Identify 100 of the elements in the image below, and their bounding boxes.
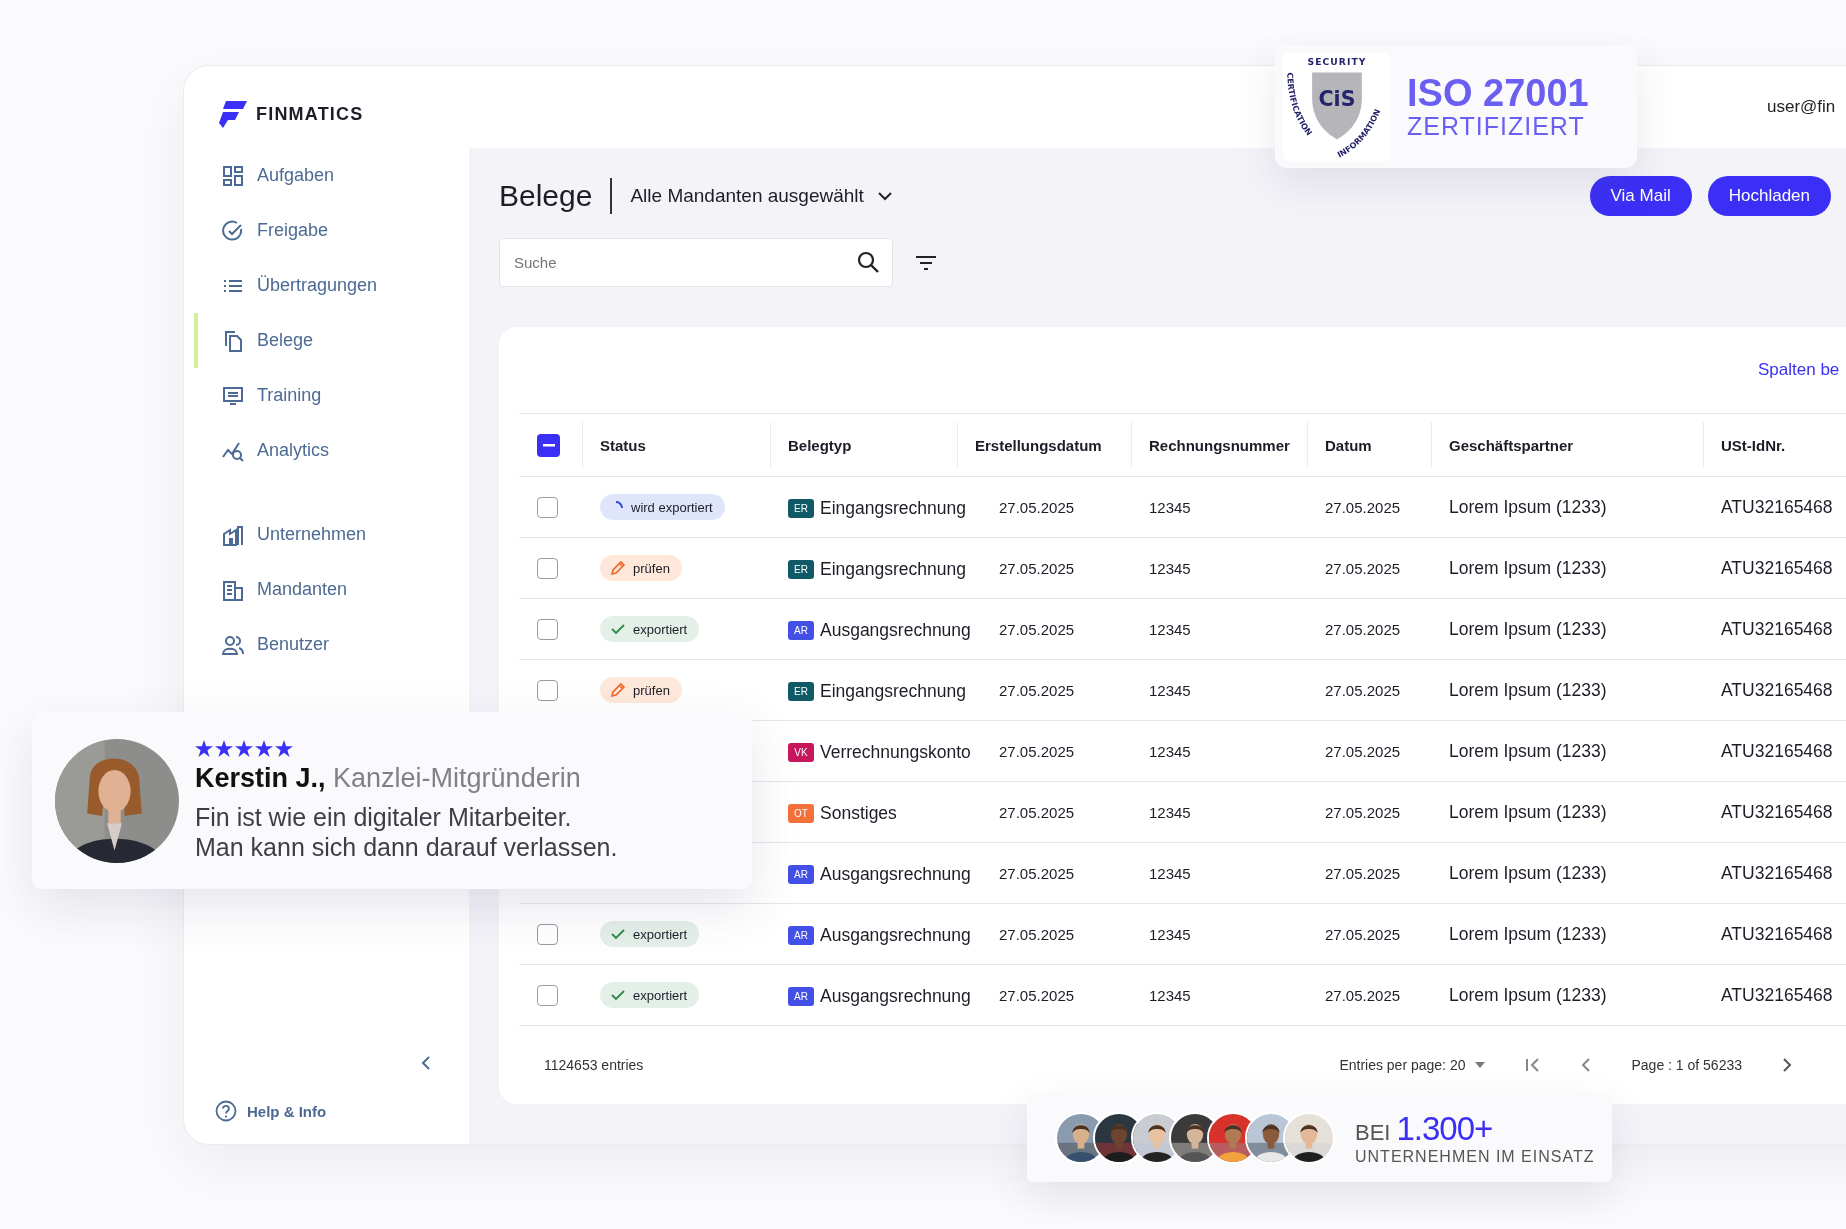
table-cell: Lorem Ipsum (1233) <box>1449 496 1607 517</box>
type-badge: AR <box>788 864 814 884</box>
pencil-icon <box>610 682 626 698</box>
column-header: Rechnungsnummer <box>1149 436 1290 454</box>
table-cell: 27.05.2025 <box>1325 742 1401 760</box>
table-cell: Ausgangsrechnung <box>820 985 971 1007</box>
collapse-icon[interactable] <box>421 1056 431 1070</box>
logo-icon <box>219 100 247 128</box>
nav-icon <box>222 219 244 242</box>
search-icon[interactable] <box>857 251 879 273</box>
status-badge: prüfen <box>600 677 682 703</box>
table-cell: Eingangsrechnung <box>820 558 966 580</box>
sidebar-item[interactable]: Mandanten <box>194 562 469 617</box>
table-cell: Lorem Ipsum (1233) <box>1449 679 1607 700</box>
table-cell: 27.05.2025 <box>1325 681 1401 699</box>
column-header: USt-IdNr. <box>1721 436 1786 454</box>
per-page-dropdown[interactable]: Entries per page: 20 <box>1339 1057 1486 1073</box>
table-cell: 12345 <box>1149 986 1191 1004</box>
sidebar-item[interactable]: Übertragungen <box>194 258 469 313</box>
column-header: Belegtyp <box>788 436 852 454</box>
quote-line: Fin ist wie ein digitaler Mitarbeiter. <box>195 801 573 832</box>
certificate-title: ISO 27001 <box>1407 74 1589 112</box>
table-cell: Eingangsrechnung <box>820 680 966 702</box>
previous-page-icon[interactable] <box>1581 1058 1592 1072</box>
row-checkbox[interactable] <box>537 679 558 701</box>
table-cell: ATU32165468 <box>1721 984 1833 1005</box>
sidebar-item[interactable]: Unternehmen <box>194 507 469 562</box>
column-header: Status <box>600 436 646 454</box>
table-cell: ATU32165468 <box>1721 740 1833 761</box>
table-cell: ATU32165468 <box>1721 801 1833 822</box>
next-page-icon[interactable] <box>1782 1058 1792 1072</box>
customer-count: 1.300+ <box>1396 1109 1493 1148</box>
table-cell: 27.05.2025 <box>1325 803 1401 821</box>
action-button[interactable]: Via Mail <box>1589 176 1692 216</box>
caret-icon <box>1475 1062 1486 1068</box>
brand-name: FINMATICS <box>256 103 364 125</box>
type-badge: ER <box>788 681 814 701</box>
table-cell: 12345 <box>1149 620 1191 638</box>
table-cell: ATU32165468 <box>1721 557 1833 578</box>
search-field[interactable]: Suche <box>499 238 893 287</box>
table-cell: Lorem Ipsum (1233) <box>1449 984 1607 1005</box>
type-badge: AR <box>788 925 814 945</box>
type-badge: AR <box>788 620 814 640</box>
table-cell: ATU32165468 <box>1721 618 1833 639</box>
type-badge: ER <box>788 559 814 579</box>
table-cell: Ausgangsrechnung <box>820 924 971 946</box>
check-icon <box>610 621 626 637</box>
filter-icon[interactable] <box>915 254 937 271</box>
sidebar-item[interactable]: Freigabe <box>194 203 469 258</box>
table-cell: Sonstiges <box>820 802 897 824</box>
row-checkbox[interactable] <box>537 496 558 518</box>
select-all-checkbox[interactable] <box>537 433 560 457</box>
table-cell: 12345 <box>1149 864 1191 882</box>
table-cell: Lorem Ipsum (1233) <box>1449 923 1607 944</box>
nav-icon <box>222 578 244 601</box>
chevron-down-icon <box>877 191 892 201</box>
nav-icon <box>222 384 244 407</box>
client-dropdown[interactable]: Alle Mandanten ausgewählt <box>630 185 892 207</box>
help-link[interactable]: Help & Info <box>247 1102 327 1120</box>
action-button[interactable]: Hochladen <box>1707 176 1831 216</box>
check-icon <box>610 926 626 942</box>
nav-icon <box>222 329 244 352</box>
row-checkbox[interactable] <box>537 618 558 640</box>
table-cell: Ausgangsrechnung <box>820 619 971 641</box>
type-badge: AR <box>788 986 814 1006</box>
nav-icon <box>222 164 244 187</box>
row-checkbox[interactable] <box>537 557 558 579</box>
table-cell: 27.05.2025 <box>999 803 1075 821</box>
table-cell: 27.05.2025 <box>999 681 1075 699</box>
table-cell: 12345 <box>1149 742 1191 760</box>
table-cell: ATU32165468 <box>1721 862 1833 883</box>
table-cell: 27.05.2025 <box>999 925 1075 943</box>
table-cell: 12345 <box>1149 925 1191 943</box>
status-badge: exportiert <box>600 616 700 642</box>
column-header: Erstellungsdatum <box>975 436 1102 454</box>
table-cell: Verrechnungskonto <box>820 741 971 763</box>
help-icon[interactable] <box>215 1100 237 1122</box>
status-badge: wird exportiert <box>600 494 725 520</box>
type-badge: OT <box>788 803 814 823</box>
check-icon <box>610 987 626 1003</box>
table-cell: 27.05.2025 <box>999 864 1075 882</box>
sidebar-item[interactable]: Aufgaben <box>194 148 469 203</box>
table-cell: Lorem Ipsum (1233) <box>1449 740 1607 761</box>
table-cell: Lorem Ipsum (1233) <box>1449 557 1607 578</box>
table-cell: ATU32165468 <box>1721 496 1833 517</box>
row-checkbox[interactable] <box>537 923 558 945</box>
sidebar-item[interactable]: Benutzer <box>194 617 469 672</box>
first-page-icon[interactable] <box>1525 1058 1542 1072</box>
nav-icon <box>222 523 244 546</box>
certificate-subtitle: ZERTIFIZIERT <box>1407 114 1586 139</box>
table-cell: Ausgangsrechnung <box>820 863 971 885</box>
table-cell: 27.05.2025 <box>1325 498 1401 516</box>
sidebar-item[interactable]: Training <box>194 368 469 423</box>
row-checkbox[interactable] <box>537 984 558 1006</box>
table-cell: Lorem Ipsum (1233) <box>1449 801 1607 822</box>
count-prefix: BEI <box>1355 1119 1391 1146</box>
table-cell: 27.05.2025 <box>999 620 1075 638</box>
columns-link[interactable]: Spalten be <box>1758 360 1840 380</box>
sidebar-item[interactable]: Analytics <box>194 423 469 478</box>
user-email: user@fin <box>1767 97 1837 117</box>
